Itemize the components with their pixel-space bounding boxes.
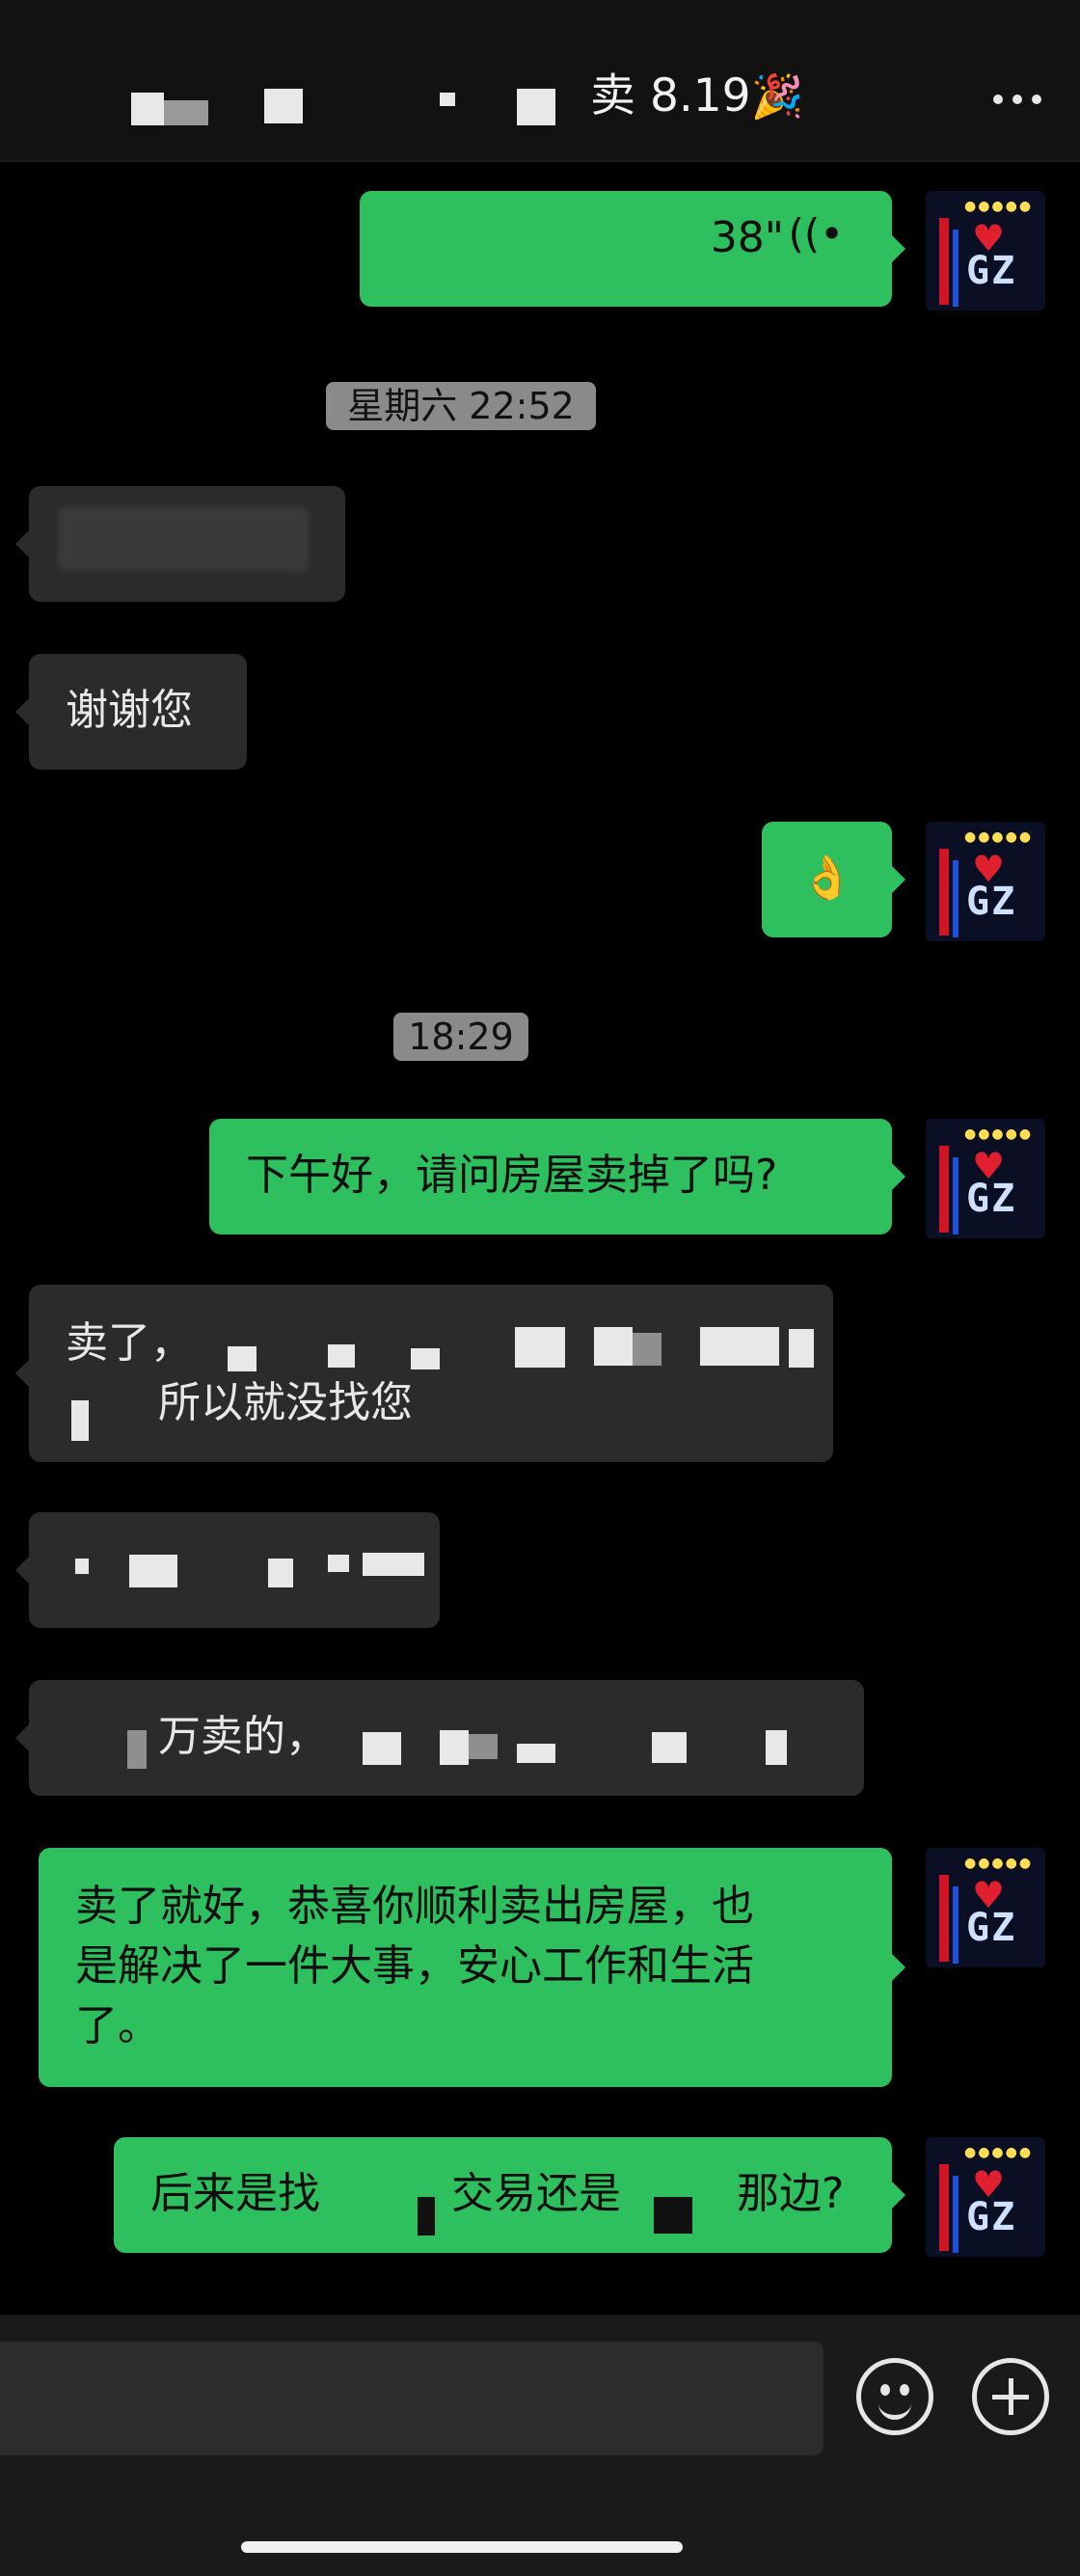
chat-title-text: 卖 8.19	[590, 69, 751, 122]
redacted-name-block	[264, 89, 303, 123]
incoming-message[interactable]: 万卖的，	[15, 1680, 864, 1796]
avatar-logo: GZ	[966, 1906, 1017, 1950]
more-dots-icon	[993, 95, 1003, 104]
outgoing-message[interactable]: 下午好，请问房屋卖掉了吗?	[209, 1119, 905, 1234]
redacted-name-block	[131, 93, 164, 125]
message-text: 万卖的，	[158, 1712, 328, 1761]
emoji-message-bubble[interactable]: 👌	[762, 822, 905, 937]
message-text-line1: 卖了，	[66, 1318, 193, 1368]
my-avatar[interactable]: ●●●●● ♥ GZ	[926, 1848, 1045, 1967]
my-avatar[interactable]: ●●●●● ♥ GZ	[926, 1119, 1045, 1238]
redacted-name-block	[164, 100, 208, 125]
avatar-logo: GZ	[966, 880, 1017, 924]
avatar-logo: GZ	[966, 2195, 1017, 2239]
input-bar	[0, 2315, 1080, 2576]
message-text-line2: 所以就没找您	[158, 1378, 413, 1427]
message-text-line1: 卖了就好，恭喜你顺利卖出房屋，也	[75, 1882, 754, 1931]
chat-header: 卖 8.19🎉	[0, 0, 1080, 162]
chat-title: 卖 8.19🎉	[590, 68, 803, 126]
message-text-part2: 交易还是	[451, 2169, 621, 2218]
home-indicator[interactable]	[241, 2541, 683, 2553]
outgoing-message[interactable]: 后来是找 交易还是 那边?	[114, 2137, 905, 2253]
plus-button[interactable]	[972, 2358, 1049, 2435]
incoming-message[interactable]: 卖了， 所以就没找您	[15, 1285, 833, 1462]
my-avatar[interactable]: ●●●●● ♥ GZ	[926, 191, 1045, 311]
avatar-logo: GZ	[966, 1177, 1017, 1221]
ok-hand-icon: 👌	[800, 854, 853, 903]
outgoing-message[interactable]: 卖了就好，恭喜你顺利卖出房屋，也 是解决了一件大事，安心工作和生活 了。	[39, 1848, 905, 2087]
incoming-message-blurred[interactable]	[15, 486, 345, 602]
voice-wave-icon: ((•	[788, 210, 844, 258]
voice-duration: 38"	[710, 213, 784, 262]
message-text-line3: 了。	[75, 2001, 160, 2050]
message-text: 下午好，请问房屋卖掉了吗?	[246, 1151, 778, 1200]
incoming-message-redacted[interactable]	[15, 1512, 440, 1628]
avatar-logo: GZ	[966, 249, 1017, 293]
my-avatar[interactable]: ●●●●● ♥ GZ	[926, 2137, 1045, 2257]
more-options-button[interactable]	[993, 95, 1041, 104]
message-text-part3: 那边?	[737, 2169, 845, 2218]
smiley-icon	[880, 2384, 890, 2396]
redacted-name-block	[440, 93, 455, 106]
party-popper-icon: 🎉	[750, 72, 804, 122]
timestamp: 星期六 22:52	[326, 382, 596, 430]
message-text-line2: 是解决了一件大事，安心工作和生活	[75, 1941, 754, 1991]
voice-message-bubble[interactable]: 38" ((•	[360, 191, 905, 307]
message-input[interactable]	[0, 2342, 824, 2455]
message-text-part1: 后来是找	[150, 2169, 320, 2218]
my-avatar[interactable]: ●●●●● ♥ GZ	[926, 822, 1045, 941]
emoji-button[interactable]	[856, 2358, 933, 2435]
blurred-content	[58, 507, 309, 571]
redacted-name-block	[517, 89, 555, 125]
timestamp: 18:29	[393, 1013, 528, 1061]
incoming-message[interactable]: 谢谢您	[15, 654, 247, 770]
message-text: 谢谢您	[66, 686, 193, 735]
chat-screen: 卖 8.19🎉 38" ((• ●●●●● ♥ GZ 星期六 22:52 谢谢您…	[0, 0, 1080, 2576]
